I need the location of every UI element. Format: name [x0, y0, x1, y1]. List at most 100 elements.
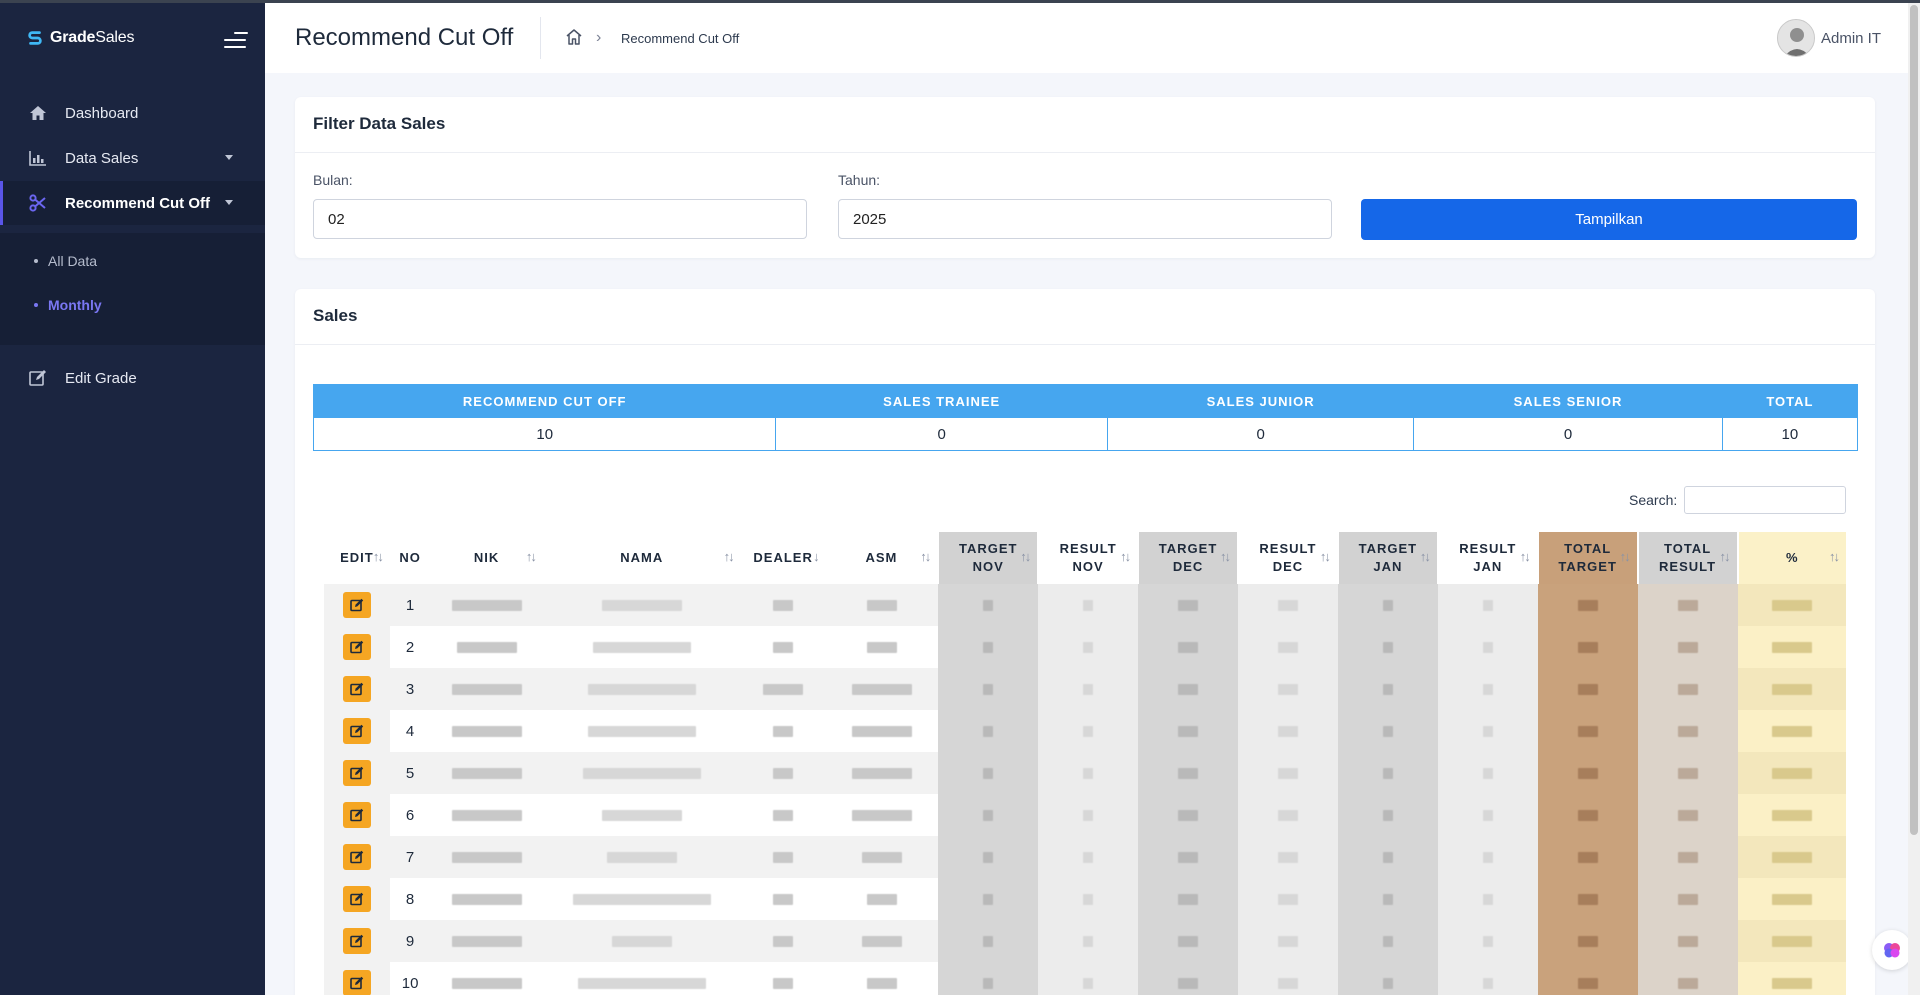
user-name[interactable]: Admin IT	[1821, 30, 1881, 47]
redacted-cell	[1138, 836, 1238, 878]
column-header-asm[interactable]: ASM ↑↓	[826, 532, 939, 584]
redacted-cell	[1238, 920, 1338, 962]
sidebar-item-label: Dashboard	[65, 104, 139, 122]
row-number: 8	[389, 878, 431, 920]
column-header-edit[interactable]: EDIT ↑↓	[324, 532, 390, 584]
redacted-cell	[825, 626, 939, 668]
edit-row-button[interactable]	[342, 886, 371, 912]
redacted-cell	[1038, 962, 1139, 995]
column-header-nik[interactable]: NIK ↑↓	[430, 532, 543, 584]
avatar[interactable]	[1777, 19, 1815, 57]
redacted-value	[1577, 810, 1598, 822]
redacted-cell	[1537, 794, 1638, 836]
column-header-total-result[interactable]: TOTAL RESULT ↑↓	[1636, 532, 1738, 584]
edit-row-button[interactable]	[342, 592, 371, 618]
scissors-icon	[28, 193, 48, 213]
redacted-value	[983, 684, 994, 696]
redacted-value	[1083, 642, 1094, 654]
redacted-value	[773, 978, 794, 990]
redacted-cell	[938, 794, 1039, 836]
sidebar-item-label: Data Sales	[65, 149, 139, 167]
edit-icon	[350, 850, 364, 864]
column-header-no[interactable]: NO	[390, 532, 430, 584]
sort-icon: ↑↓	[1120, 549, 1131, 564]
redacted-cell	[1537, 752, 1638, 794]
redacted-value	[451, 726, 522, 738]
submenu-item-all-data[interactable]: All Data	[34, 253, 97, 269]
redacted-cell	[1637, 920, 1738, 962]
column-header-total-target[interactable]: TOTAL TARGET ↑↓	[1536, 532, 1638, 584]
sidebar-item-dashboard[interactable]: Dashboard	[0, 91, 265, 135]
redacted-value	[773, 642, 794, 654]
column-header-target-dec[interactable]: TARGET DEC ↑↓	[1137, 532, 1238, 584]
assistant-button[interactable]	[1872, 930, 1912, 970]
redacted-cell	[1437, 920, 1538, 962]
breadcrumb-current[interactable]: Recommend Cut Off	[621, 31, 739, 46]
table-row: 9	[324, 920, 1846, 962]
redacted-value	[606, 852, 677, 864]
sort-icon: ↑↓	[1829, 549, 1840, 564]
redacted-value	[587, 684, 696, 696]
redacted-cell	[1138, 668, 1238, 710]
redacted-value	[1277, 600, 1298, 612]
redacted-cell	[1337, 584, 1438, 626]
sidebar-item-data-sales[interactable]: Data Sales	[0, 136, 265, 180]
redacted-value	[1577, 600, 1598, 612]
redacted-cell	[1138, 752, 1238, 794]
redacted-value	[1482, 600, 1493, 612]
menu-toggle-icon[interactable]	[224, 32, 248, 50]
edit-row-button[interactable]	[342, 928, 371, 954]
redacted-value	[1083, 936, 1094, 948]
column-header-result-dec[interactable]: RESULT DEC ↑↓	[1237, 532, 1338, 584]
edit-row-button[interactable]	[342, 634, 371, 660]
edit-row-button[interactable]	[342, 844, 371, 870]
card-divider	[295, 344, 1875, 345]
redacted-value	[1577, 726, 1598, 738]
redacted-cell	[1138, 584, 1238, 626]
redacted-value	[773, 810, 794, 822]
edit-row-button[interactable]	[342, 676, 371, 702]
edit-row-button[interactable]	[342, 760, 371, 786]
redacted-cell	[1537, 668, 1638, 710]
redacted-value	[983, 642, 994, 654]
redacted-cell	[1637, 668, 1738, 710]
brand-logo[interactable]: GradeSales	[26, 29, 134, 47]
scrollbar-thumb[interactable]	[1910, 5, 1918, 835]
edit-row-button[interactable]	[342, 970, 371, 995]
sidebar-item-label: Recommend Cut Off	[65, 194, 211, 212]
column-header-nama[interactable]: NAMA ↑↓	[543, 532, 741, 584]
tampilkan-button[interactable]: Tampilkan	[1361, 199, 1857, 240]
sidebar-item-edit-grade[interactable]: Edit Grade	[0, 356, 265, 400]
redacted-cell	[1038, 878, 1139, 920]
table-row: 7	[324, 836, 1846, 878]
column-header-percent[interactable]: % ↑↓	[1736, 532, 1846, 584]
redacted-value	[451, 810, 522, 822]
column-header-target-nov[interactable]: TARGET NOV ↑↓	[937, 532, 1039, 584]
edit-row-button[interactable]	[342, 718, 371, 744]
redacted-cell	[1138, 794, 1238, 836]
redacted-cell	[825, 920, 939, 962]
row-number: 2	[389, 626, 431, 668]
redacted-cell	[1437, 836, 1538, 878]
home-icon[interactable]	[565, 28, 583, 46]
sidebar-item-recommend-cut-off[interactable]: Recommend Cut Off	[0, 181, 265, 225]
column-header-result-jan[interactable]: RESULT JAN ↑↓	[1436, 532, 1538, 584]
redacted-cell	[1038, 920, 1139, 962]
submenu-recommend-cut-off: All Data Monthly	[0, 233, 265, 345]
redacted-value	[451, 852, 522, 864]
tahun-input[interactable]	[838, 199, 1332, 239]
column-header-dealer[interactable]: DEALER ↓	[741, 532, 826, 584]
redacted-cell	[430, 836, 543, 878]
edit-cell	[324, 920, 390, 962]
edit-cell	[324, 794, 390, 836]
column-header-target-jan[interactable]: TARGET JAN ↑↓	[1336, 532, 1438, 584]
submenu-item-monthly[interactable]: Monthly	[34, 297, 102, 313]
column-header-result-nov[interactable]: RESULT NOV ↑↓	[1037, 532, 1139, 584]
redacted-value	[1178, 936, 1199, 948]
search-input[interactable]	[1684, 486, 1846, 514]
edit-cell	[324, 878, 390, 920]
redacted-cell	[1238, 752, 1338, 794]
bulan-input[interactable]	[313, 199, 807, 239]
edit-row-button[interactable]	[342, 802, 371, 828]
redacted-value	[1771, 726, 1812, 738]
